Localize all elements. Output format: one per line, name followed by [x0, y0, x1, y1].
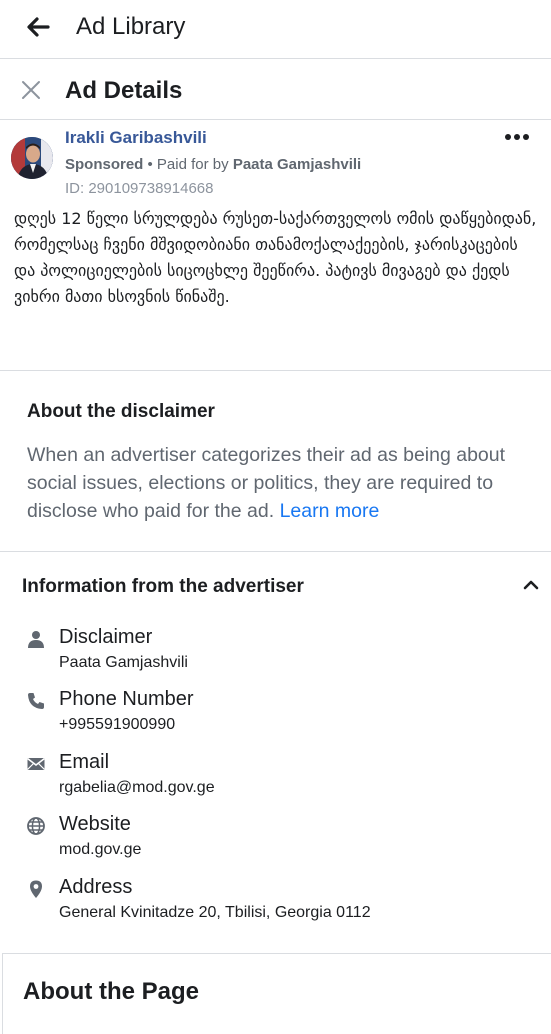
advertiser-info-title: Information from the advertiser [22, 576, 304, 597]
more-dots-icon [505, 134, 529, 140]
info-value: mod.gov.ge [59, 841, 142, 858]
learn-more-link[interactable]: Learn more [280, 500, 380, 522]
info-value: General Kvinitadze 20, Tbilisi, Georgia … [59, 904, 371, 921]
more-options-button[interactable] [500, 126, 534, 148]
ad-id: ID: 290109738914668 [65, 180, 214, 197]
location-pin-icon [30, 880, 42, 898]
person-icon [28, 631, 44, 648]
ad-details-title: Ad Details [65, 77, 183, 104]
back-button[interactable] [22, 12, 56, 42]
advertiser-name-link[interactable]: Irakli Garibashvili [65, 128, 207, 148]
info-item-website: Website mod.gov.ge [0, 812, 551, 872]
advertiser-avatar[interactable] [11, 137, 53, 179]
info-value: +995591900990 [59, 716, 176, 733]
disclaimer-body: When an advertiser categorizes their ad … [27, 444, 506, 522]
info-label: Email [59, 751, 110, 773]
info-label: Disclaimer [59, 626, 153, 648]
about-disclaimer-title: About the disclaimer [27, 401, 215, 422]
ad-details-header: Ad Details [0, 59, 551, 120]
paid-for-prefix: • Paid for by [143, 156, 233, 173]
about-page-title: About the Page [23, 978, 200, 1005]
avatar-portrait-icon [11, 137, 53, 179]
sponsored-line: Sponsored • Paid for by Paata Gamjashvil… [65, 156, 361, 174]
info-value: rgabelia@mod.gov.ge [59, 779, 215, 796]
about-page-card[interactable]: About the Page [2, 953, 551, 1034]
info-item-disclaimer: Disclaimer Paata Gamjashvili [0, 625, 551, 685]
ad-body-text: დღეს 12 წელი სრულდება რუსეთ-საქართველოს … [14, 209, 537, 306]
divider [0, 551, 551, 552]
about-disclaimer-text: When an advertiser categorizes their ad … [27, 441, 527, 525]
page-title: Ad Library [76, 13, 186, 40]
divider [0, 370, 551, 371]
info-item-address: Address General Kvinitadze 20, Tbilisi, … [0, 875, 551, 935]
phone-icon [28, 693, 44, 709]
info-label: Website [59, 813, 131, 835]
close-button[interactable] [20, 79, 42, 101]
info-item-email: Email rgabelia@mod.gov.ge [0, 750, 551, 810]
globe-icon [27, 817, 45, 835]
mail-icon [27, 757, 45, 770]
info-label: Phone Number [59, 688, 194, 710]
back-arrow-icon [27, 17, 50, 37]
top-bar: Ad Library [0, 0, 551, 59]
close-icon [22, 81, 40, 99]
info-item-phone: Phone Number +995591900990 [0, 687, 551, 747]
info-value: Paata Gamjashvili [59, 654, 188, 671]
info-label: Address [59, 876, 133, 898]
payer-name: Paata Gamjashvili [232, 156, 362, 173]
sponsored-label: Sponsored [65, 156, 144, 173]
collapse-section-button[interactable] [518, 574, 544, 596]
chevron-up-icon [523, 580, 539, 590]
